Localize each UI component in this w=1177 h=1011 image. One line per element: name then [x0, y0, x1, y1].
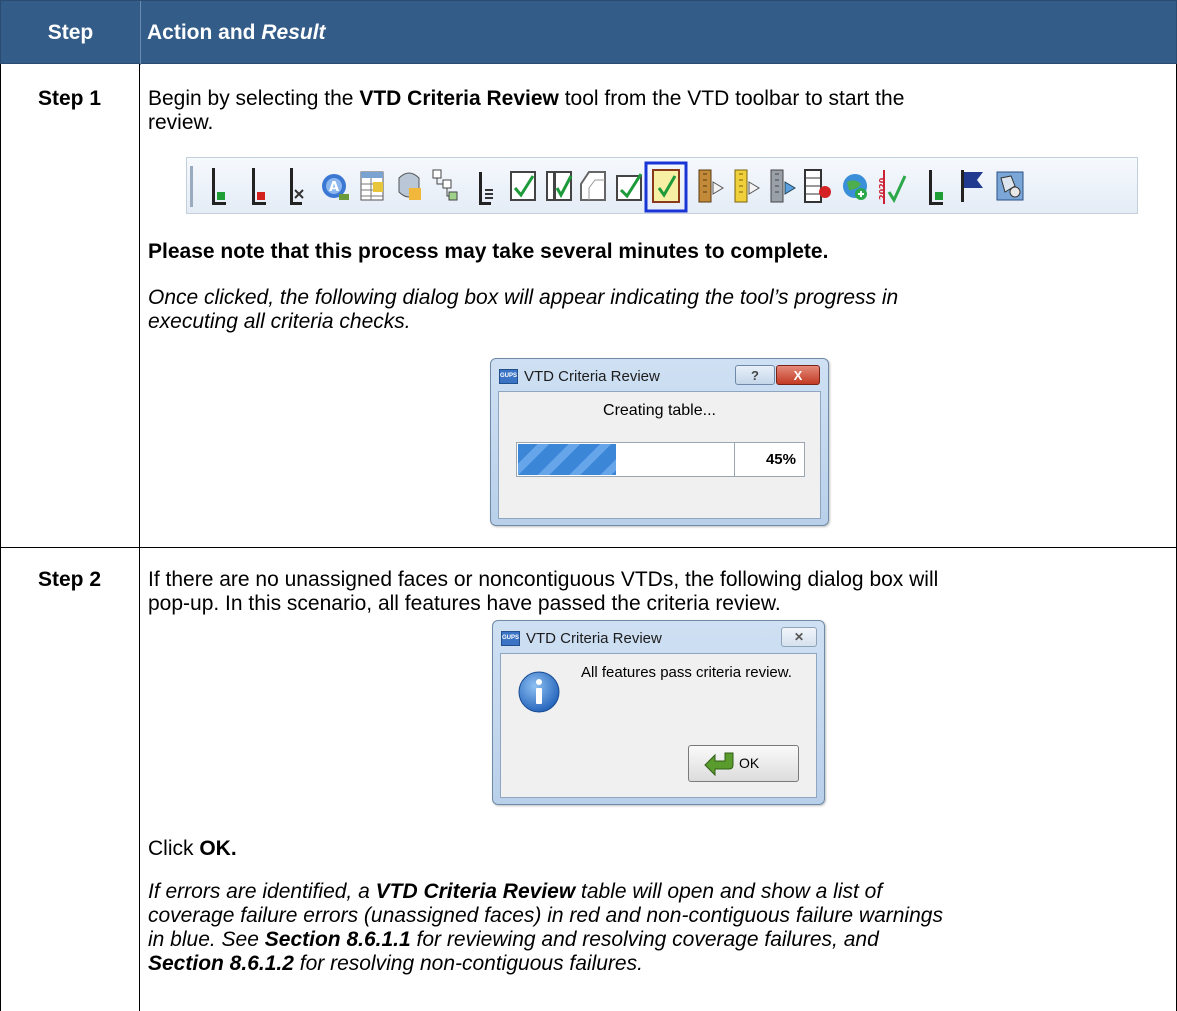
vtd-toolbar: A 2020	[186, 157, 1138, 214]
hierarchy-icon[interactable]	[432, 169, 458, 201]
err-line-4a: Section 8.6.1.2	[148, 952, 294, 975]
progress-status: Creating table...	[603, 402, 716, 419]
ok-button[interactable]: OK	[688, 745, 799, 782]
progress-bar-fill	[518, 444, 616, 475]
header-action: Action and Result	[147, 1, 326, 65]
app-icon: GUPS	[499, 368, 518, 384]
table-column-divider	[139, 64, 140, 1011]
info-message: All features pass criteria review.	[581, 664, 792, 681]
vtd-toolbar-icons: A 2020	[190, 161, 1024, 213]
svg-text:2020: 2020	[878, 177, 887, 200]
step-2-intro-line-1: If there are no unassigned faces or nonc…	[148, 568, 939, 591]
step-1-desc-line-1: Once clicked, the following dialog box w…	[148, 286, 899, 309]
step-2-intro: If there are no unassigned faces or nonc…	[148, 568, 1158, 616]
export-icon[interactable]	[698, 169, 724, 203]
header-action-label: Action and	[147, 21, 256, 44]
add-point-icon[interactable]	[929, 170, 943, 205]
map-review-icon[interactable]	[996, 171, 1024, 201]
rename-icon[interactable]: A	[322, 174, 349, 200]
step-1-note: Please note that this process may take s…	[148, 240, 829, 263]
close-button[interactable]: X	[776, 365, 820, 385]
table-header: Step Action and Result	[0, 0, 1177, 65]
header-divider	[140, 1, 141, 65]
step-1-label: Step 1	[37, 87, 102, 110]
err-line-1a: If errors are identified, a	[148, 880, 376, 903]
progress-dialog-title: VTD Criteria Review	[524, 367, 660, 385]
progress-dialog: GUPS VTD Criteria Review ? X Creating ta…	[490, 358, 829, 526]
identify-icon[interactable]	[398, 172, 421, 200]
step-1-intro-d: review.	[148, 111, 214, 134]
boundary-icon[interactable]	[479, 172, 493, 205]
check-alt-icon[interactable]	[546, 171, 573, 201]
step-2-click-ok: Click OK.	[148, 837, 1158, 861]
step-1-desc-line-2: executing all criteria checks.	[148, 310, 411, 333]
click-text: Click	[148, 837, 200, 860]
vtd-criteria-review-icon[interactable]	[644, 161, 688, 213]
info-dialog-body: All features pass criteria review. OK	[500, 653, 817, 798]
err-line-2: coverage failure errors (unassigned face…	[148, 904, 943, 927]
err-line-4b: for resolving non-contiguous failures.	[293, 952, 643, 975]
attribute-table-icon[interactable]	[360, 171, 384, 201]
help-button[interactable]: ?	[735, 365, 775, 385]
toolbar-grip-icon	[190, 166, 193, 207]
err-line-3c: for reviewing and resolving coverage fai…	[410, 928, 879, 951]
err-line-1c: table will open and show a list of	[575, 880, 883, 903]
step-2-label: Step 2	[37, 568, 102, 591]
svg-text:A: A	[329, 180, 339, 195]
progress-dialog-titlebar: GUPS VTD Criteria Review	[499, 365, 660, 387]
check-box-icon[interactable]	[616, 173, 643, 201]
info-dialog: GUPS VTD Criteria Review ✕ All features …	[492, 620, 825, 805]
step-1-description: Once clicked, the following dialog box w…	[148, 286, 1158, 334]
err-line-3a: in blue. See	[148, 928, 265, 951]
app-icon: GUPS	[501, 630, 520, 646]
split-vtd-icon[interactable]	[290, 168, 304, 205]
err-line-3b: Section 8.6.1.1	[264, 928, 411, 951]
click-ok-text: OK.	[199, 837, 237, 860]
step-2-intro-line-2: pop-up. In this scenario, all features h…	[148, 592, 781, 615]
step-1-intro: Begin by selecting the VTD Criteria Revi…	[148, 87, 1158, 135]
report-icon[interactable]	[804, 169, 831, 203]
step-1-tool-name: VTD Criteria Review	[359, 87, 559, 110]
header-step: Step	[47, 21, 94, 44]
procedure-table: Step Action and Result Step 1 Begin by s…	[0, 0, 1177, 1011]
row-divider	[0, 547, 1177, 548]
step-1-intro-c: tool from the VTD toolbar to start the	[558, 87, 905, 110]
export-alt-icon[interactable]	[734, 169, 760, 203]
check-icon[interactable]	[510, 171, 536, 201]
ok-arrow-icon	[704, 752, 734, 777]
header-result-label: Result	[261, 21, 326, 44]
progress-dialog-body: Creating table... 45%	[498, 391, 821, 519]
info-dialog-titlebar: GUPS VTD Criteria Review	[501, 627, 662, 649]
globe-add-icon[interactable]	[843, 174, 867, 200]
add-vtd-icon[interactable]	[212, 168, 226, 205]
progress-percent: 45%	[735, 442, 805, 477]
progress-bar	[516, 442, 735, 477]
ok-button-label: OK	[739, 755, 760, 771]
info-icon	[518, 671, 560, 713]
flag-icon[interactable]	[961, 170, 983, 202]
step-1-intro-a: Begin by selecting the	[148, 87, 360, 110]
info-dialog-title: VTD Criteria Review	[526, 629, 662, 647]
step-2-errors: If errors are identified, a VTD Criteria…	[148, 880, 1158, 976]
err-line-1b: VTD Criteria Review	[375, 880, 576, 903]
delete-vtd-icon[interactable]	[252, 168, 266, 205]
year-2020-icon[interactable]: 2020	[878, 170, 907, 204]
table-border-left	[0, 64, 1, 1011]
shape-icon[interactable]	[580, 171, 606, 201]
info-close-button[interactable]: ✕	[781, 627, 817, 647]
import-icon[interactable]	[770, 169, 796, 203]
